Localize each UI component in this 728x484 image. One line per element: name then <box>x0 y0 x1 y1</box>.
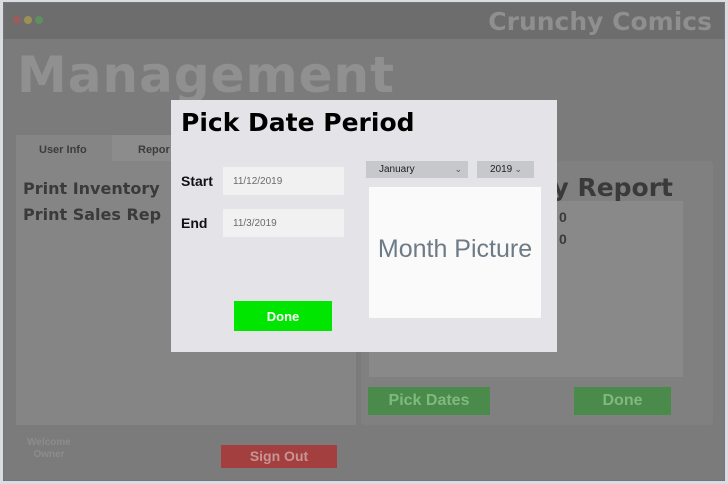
start-date-label: Start <box>181 173 213 189</box>
month-picture-placeholder: Month Picture <box>377 235 533 263</box>
month-select-value: January <box>379 164 415 175</box>
chevron-down-icon: ⌄ <box>454 164 462 174</box>
pick-date-dialog: Pick Date Period Start End Done January … <box>171 100 557 352</box>
user-role: Owner <box>33 449 65 460</box>
print-sales-report-link[interactable]: Print Sales Rep <box>23 205 161 224</box>
report-done-button[interactable]: Done <box>574 387 671 415</box>
title-bar: Crunchy Comics <box>4 3 724 39</box>
month-calendar[interactable]: Month Picture <box>369 187 541 318</box>
year-select-value: 2019 <box>490 164 513 175</box>
page-title: Management <box>17 46 396 104</box>
maximize-window-icon[interactable] <box>35 16 43 24</box>
tab-user-info-label: User Info <box>39 144 87 156</box>
report-value: 0 <box>559 209 567 225</box>
print-inventory-link[interactable]: Print Inventory <box>23 179 160 198</box>
sales-report-title: y Report <box>552 173 673 202</box>
dialog-done-button[interactable]: Done <box>234 301 332 331</box>
sign-out-button[interactable]: Sign Out <box>221 445 337 468</box>
welcome-line: Welcome <box>27 437 71 448</box>
tab-reports-label: Repor <box>138 144 170 156</box>
end-date-field[interactable] <box>223 209 344 237</box>
pick-dates-button[interactable]: Pick Dates <box>368 387 490 415</box>
year-select[interactable]: 2019 ⌄ <box>477 161 534 178</box>
welcome-text: Welcome Owner <box>24 437 74 461</box>
close-window-icon[interactable] <box>13 16 21 24</box>
report-value: 0 <box>559 231 567 247</box>
app-title: Crunchy Comics <box>488 7 712 36</box>
tab-user-info[interactable]: User Info <box>16 135 112 161</box>
chevron-down-icon: ⌄ <box>514 164 522 174</box>
month-select[interactable]: January ⌄ <box>366 161 468 178</box>
end-date-label: End <box>181 215 208 231</box>
dialog-title: Pick Date Period <box>181 108 415 137</box>
start-date-field[interactable] <box>223 167 344 195</box>
minimize-window-icon[interactable] <box>24 16 32 24</box>
